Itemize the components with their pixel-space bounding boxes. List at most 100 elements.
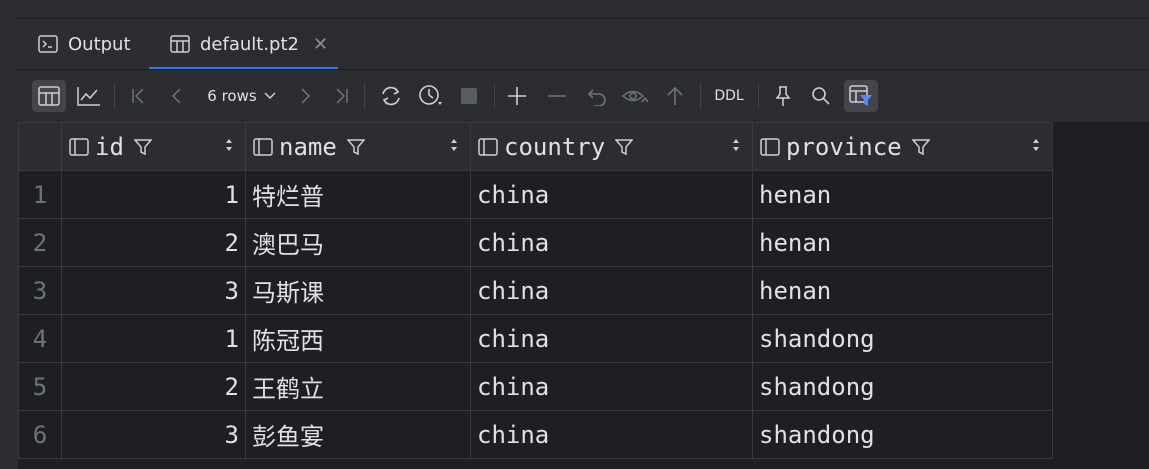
column-header-id[interactable]: id xyxy=(61,122,246,171)
delete-row-button[interactable] xyxy=(544,80,570,112)
column-header-label: province xyxy=(786,132,902,161)
table-view-icon xyxy=(38,86,60,106)
column-icon xyxy=(69,137,89,156)
cell-province[interactable]: henan xyxy=(752,218,1053,267)
column-header-country[interactable]: country xyxy=(470,122,753,171)
chart-icon xyxy=(77,87,100,106)
stop-button[interactable] xyxy=(456,80,482,112)
separator xyxy=(114,83,115,109)
filter-view-button[interactable] xyxy=(844,80,878,112)
table-row[interactable]: 5 2 王鹤立 china shandong xyxy=(18,362,1053,411)
arrow-up-icon xyxy=(667,86,683,105)
cell-province[interactable]: shandong xyxy=(752,314,1053,363)
last-page-button[interactable] xyxy=(328,80,354,112)
add-row-button[interactable] xyxy=(504,80,530,112)
cell-province[interactable]: shandong xyxy=(752,410,1053,459)
cell-name[interactable]: 彭鱼宴 xyxy=(245,410,471,459)
cell-name[interactable]: 马斯课 xyxy=(245,266,471,315)
filter-icon xyxy=(346,138,365,155)
separator xyxy=(700,83,701,109)
rows-dropdown[interactable]: 6 rows xyxy=(204,80,280,112)
filter-icon xyxy=(911,138,930,155)
close-icon[interactable]: ✕ xyxy=(313,34,328,55)
row-number[interactable]: 5 xyxy=(18,362,62,411)
cell-province[interactable]: henan xyxy=(752,170,1053,219)
row-number[interactable]: 2 xyxy=(18,218,62,267)
terminal-icon xyxy=(38,34,58,54)
active-tab-indicator xyxy=(149,67,338,69)
tab-output[interactable]: Output xyxy=(38,19,131,69)
chevron-left-icon xyxy=(171,88,181,104)
sort-icon xyxy=(1033,139,1039,151)
cell-name[interactable]: 王鹤立 xyxy=(245,362,471,411)
search-button[interactable] xyxy=(808,80,834,112)
row-number[interactable]: 4 xyxy=(18,314,62,363)
clock-icon xyxy=(419,85,442,105)
cell-province[interactable]: henan xyxy=(752,266,1053,315)
cell-id[interactable]: 2 xyxy=(61,218,246,267)
cell-name[interactable]: 特烂普 xyxy=(245,170,471,219)
row-number[interactable]: 1 xyxy=(18,170,62,219)
table-view-button[interactable] xyxy=(32,80,66,112)
data-grid: id name country province 1 1 特烂普 china h… xyxy=(18,122,1053,459)
next-page-button[interactable] xyxy=(292,80,318,112)
cell-id[interactable]: 3 xyxy=(61,266,246,315)
prev-page-button[interactable] xyxy=(164,80,190,112)
chevron-down-icon xyxy=(264,92,276,100)
cell-name[interactable]: 澳巴马 xyxy=(245,218,471,267)
column-header-province[interactable]: province xyxy=(752,122,1053,171)
column-header-label: id xyxy=(95,132,124,161)
cell-country[interactable]: china xyxy=(470,410,753,459)
table-row[interactable]: 4 1 陈冠西 china shandong xyxy=(18,314,1053,363)
pin-button[interactable] xyxy=(770,80,796,112)
cell-country[interactable]: china xyxy=(470,218,753,267)
table-row[interactable]: 6 3 彭鱼宴 china shandong xyxy=(18,410,1053,459)
cell-country[interactable]: china xyxy=(470,314,753,363)
row-number[interactable]: 3 xyxy=(18,266,62,315)
undo-icon xyxy=(587,89,606,106)
cell-id[interactable]: 2 xyxy=(61,362,246,411)
chart-view-button[interactable] xyxy=(74,80,104,112)
revert-button[interactable] xyxy=(584,80,610,112)
row-number[interactable]: 6 xyxy=(18,410,62,459)
tab-default-label: default.pt2 xyxy=(200,33,299,55)
sort-icon xyxy=(451,139,457,151)
filter-icon xyxy=(615,138,634,155)
cell-id[interactable]: 1 xyxy=(61,314,246,363)
pin-icon xyxy=(775,86,791,106)
header-row: id name country province xyxy=(18,122,1053,171)
column-header-name[interactable]: name xyxy=(245,122,471,171)
tab-bar: Output default.pt2 ✕ xyxy=(18,19,1149,70)
sort-icon xyxy=(733,139,739,151)
cell-province[interactable]: shandong xyxy=(752,362,1053,411)
history-button[interactable] xyxy=(416,80,446,112)
separator xyxy=(364,83,365,109)
window-top-strip xyxy=(0,0,1149,19)
column-header-label: country xyxy=(504,132,606,161)
cell-id[interactable]: 3 xyxy=(61,410,246,459)
table-row[interactable]: 2 2 澳巴马 china henan xyxy=(18,218,1053,267)
cell-name[interactable]: 陈冠西 xyxy=(245,314,471,363)
submit-button[interactable] xyxy=(662,80,688,112)
filter-table-icon xyxy=(849,85,872,106)
separator xyxy=(758,83,759,109)
left-gutter xyxy=(0,18,19,469)
refresh-button[interactable] xyxy=(376,80,406,112)
plus-icon xyxy=(508,87,526,105)
separator xyxy=(494,83,495,109)
stop-icon xyxy=(461,88,477,104)
table-row[interactable]: 1 1 特烂普 china henan xyxy=(18,170,1053,219)
last-page-icon xyxy=(336,88,348,104)
first-page-button[interactable] xyxy=(126,80,152,112)
column-icon xyxy=(253,137,273,156)
table-row[interactable]: 3 3 马斯课 china henan xyxy=(18,266,1053,315)
table-icon xyxy=(170,34,190,54)
ddl-button[interactable]: DDL xyxy=(708,80,750,112)
column-icon xyxy=(478,137,498,156)
cell-country[interactable]: china xyxy=(470,266,753,315)
cell-country[interactable]: china xyxy=(470,362,753,411)
tab-default-pt2[interactable]: default.pt2 ✕ xyxy=(170,19,328,69)
cell-country[interactable]: china xyxy=(470,170,753,219)
preview-changes-button[interactable] xyxy=(620,80,650,112)
cell-id[interactable]: 1 xyxy=(61,170,246,219)
